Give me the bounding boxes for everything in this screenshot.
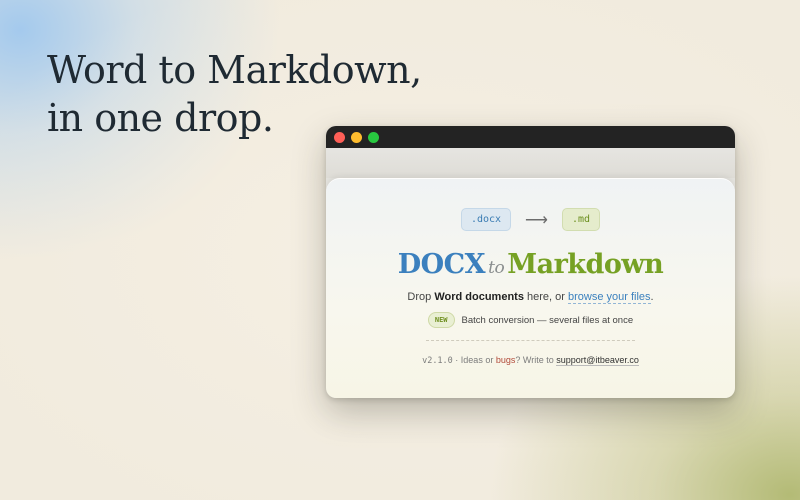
title-bar (326, 126, 735, 148)
footer-ideas: Ideas or (460, 355, 496, 365)
footer: v2.1.0 · Ideas or bugs? Write to support… (326, 355, 735, 366)
app-window: .docx ⟶ .md DOCX to Markdown Drop Word doc… (326, 126, 735, 398)
md-badge: .md (561, 208, 601, 231)
dashed-divider (426, 340, 635, 341)
close-window-button[interactable] (334, 131, 345, 143)
drop-instructions: Drop Word documents here, or browse your… (326, 291, 735, 304)
hero-line-1: Word to Markdown, (47, 48, 422, 92)
support-email-link[interactable]: support@itbeaver.co (556, 355, 639, 366)
new-feature-text: Batch conversion — several files at once (461, 314, 634, 326)
minimize-window-button[interactable] (351, 131, 362, 143)
drop-suffix: . (650, 291, 654, 303)
format-badges: .docx ⟶ .md (326, 208, 735, 231)
new-badge: NEW (427, 312, 455, 328)
version-label: v2.1.0 (422, 356, 453, 366)
window-toolbar (326, 148, 735, 178)
drop-prefix: Drop (407, 291, 435, 303)
footer-separator: · (452, 355, 461, 365)
drop-zone[interactable]: .docx ⟶ .md DOCX to Markdown Drop Word doc… (326, 178, 735, 398)
drop-bold: Word documents (434, 291, 524, 303)
brand-docx: DOCX (397, 249, 486, 280)
brand-to: to (488, 258, 505, 278)
bugs-text: bugs (495, 355, 516, 365)
browse-files-link[interactable]: browse your files (567, 291, 651, 304)
footer-write: ? Write to (515, 355, 557, 365)
docx-badge: .docx (460, 208, 512, 231)
drop-middle: here, or (523, 291, 568, 303)
brand-markdown: Markdown (507, 249, 664, 280)
zoom-window-button[interactable] (368, 131, 379, 143)
new-feature-notice: NEW Batch conversion — several files at … (326, 312, 735, 328)
arrow-right-icon: ⟶ (525, 211, 548, 229)
app-brand-title: DOCX to Markdown (326, 249, 735, 280)
